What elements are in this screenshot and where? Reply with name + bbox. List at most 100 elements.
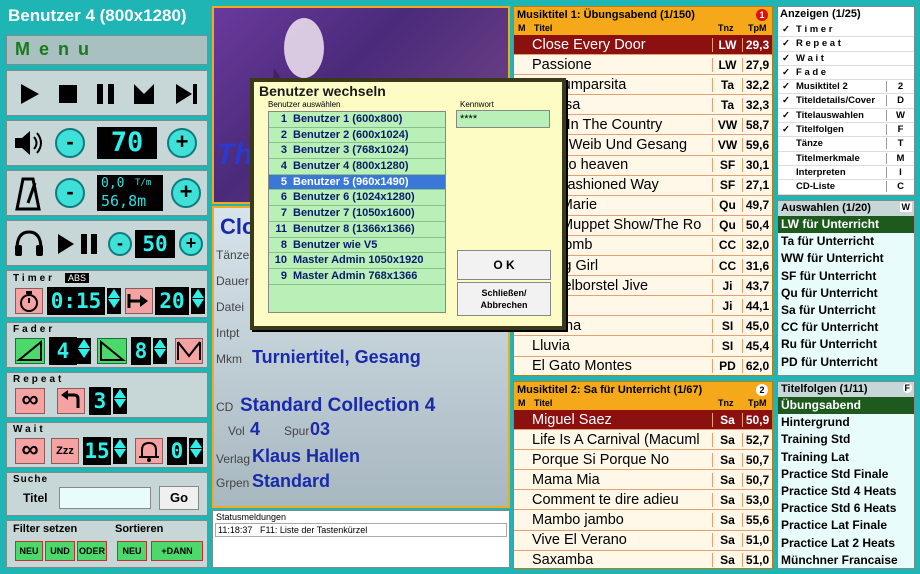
user-list-item[interactable]: 8 Benutzer wie V5 [269,238,445,254]
user-list-item[interactable]: 4 Benutzer 4 (800x1280) [269,159,445,175]
sequence-item[interactable]: Practice Std Finale [778,466,914,483]
table-row[interactable]: Lluvia SI 45,4 [514,336,772,357]
anzeigen-item[interactable]: ✓ Musiktitel 2 2 [778,80,914,95]
user-number: 10 [274,254,287,267]
anzeigen-item[interactable]: ✓ Titeldetails/Cover D [778,94,914,109]
tempo-minus-button[interactable]: - [55,178,85,208]
user-list-item[interactable]: 10 Master Admin 1050x1920 [269,253,445,269]
track-tempo: 27,1 [742,178,772,193]
table-row[interactable]: Close Every Door LW 29,3 [514,35,772,56]
wait-bell-stepper[interactable] [189,438,203,464]
list2-col-tnz: Tnz [718,398,734,408]
filter-or-button[interactable]: ODER [77,541,107,561]
dialog-password-field[interactable]: **** [456,110,550,128]
sequence-item[interactable]: Übungsabend [778,397,914,415]
anzeigen-item[interactable]: ✓ F a d e [778,66,914,81]
play-icon[interactable] [19,83,41,105]
anzeigen-item[interactable]: Interpreten I [778,166,914,181]
fade-out-button[interactable] [97,338,127,364]
anzeigen-item[interactable]: ✓ T i m e r [778,23,914,38]
headphone-plus-button[interactable]: + [179,232,203,256]
marker-icon[interactable] [133,83,155,105]
selection-item[interactable]: CC für Unterricht [778,319,914,336]
close-cancel-button[interactable]: Schließen/ Abbrechen [457,282,551,316]
user-list-item[interactable]: 7 Benutzer 7 (1050x1600) [269,206,445,222]
selection-item[interactable]: Ta für Unterricht [778,233,914,250]
stop-icon[interactable] [57,83,79,105]
repeat-once-button[interactable] [57,388,85,414]
sequence-item[interactable]: Hintergrund [778,414,914,431]
sort-new-button[interactable]: NEU [117,541,147,561]
table-row[interactable]: Vive El Verano Sa 51,0 [514,530,772,551]
fade-in-button[interactable] [15,338,45,364]
wait-sleep-button[interactable]: Zzz [51,438,79,464]
anzeigen-item[interactable]: ✓ Titelauswahlen W [778,109,914,124]
wait-bell-button[interactable] [135,438,163,464]
crossfade-button[interactable] [175,338,203,364]
table-row[interactable]: Comment te dire adieu Sa 53,0 [514,490,772,511]
sequence-item[interactable]: Practice Std 6 Heats [778,500,914,517]
user-list-item[interactable]: 2 Benutzer 2 (600x1024) [269,128,445,144]
tempo-plus-button[interactable]: + [171,178,201,208]
table-row[interactable]: Miguel Saez Sa 50,9 [514,410,772,431]
headphone-play-pause-icon[interactable] [57,233,101,255]
selection-item[interactable]: SF für Unterricht [778,268,914,285]
wait-stepper[interactable] [113,438,127,464]
bell-icon [139,441,159,462]
filter-new-button[interactable]: NEU [15,541,43,561]
table-row[interactable]: El Gato Montes PD 62,0 [514,356,772,375]
volume-minus-button[interactable]: - [55,128,85,158]
table-row[interactable]: Mama Mia Sa 50,7 [514,470,772,491]
selection-item[interactable]: Ru für Unterricht [778,336,914,353]
pause-icon[interactable] [95,83,117,105]
user-list-item[interactable]: 9 Master Admin 768x1366 [269,269,445,285]
stopwatch-button[interactable] [15,288,43,314]
selection-item[interactable]: LW für Unterricht [778,216,914,234]
timer-abs-badge[interactable]: ABS [65,273,90,283]
sequence-item[interactable]: Münchner Francaise [778,552,914,568]
anzeigen-item[interactable]: ✓ R e p e a t [778,37,914,52]
timer-stepper[interactable] [107,288,121,314]
sequence-item[interactable]: Training Lat [778,449,914,466]
sequence-item[interactable]: Training Std [778,431,914,448]
selection-item[interactable]: Qu für Unterricht [778,285,914,302]
menu-button[interactable]: M e n u [6,35,208,65]
sequence-item[interactable]: Practice Lat Finale [778,517,914,534]
sequence-item[interactable]: Practice Std 4 Heats [778,483,914,500]
volume-plus-button[interactable]: + [167,128,197,158]
repeat-stepper[interactable] [113,388,127,414]
repeat-infinite-button[interactable]: ∞ [15,388,45,414]
selection-item[interactable]: Sa für Unterricht [778,302,914,319]
table-row[interactable]: Mambo jambo Sa 55,6 [514,510,772,531]
sequence-item[interactable]: Practice Lat 2 Heats [778,535,914,552]
user-list-item[interactable]: 1 Benutzer 1 (600x800) [269,112,445,128]
anzeigen-item[interactable]: ✓ Titelfolgen F [778,123,914,138]
user-list-item[interactable]: 5 Benutzer 5 (960x1490) [269,174,445,191]
cd-value: Standard Collection 4 [240,395,436,416]
timer-end-button[interactable] [125,288,153,314]
anzeigen-item[interactable]: Titelmerkmale M [778,152,914,166]
table-row[interactable]: Porque Si Porque No Sa 50,7 [514,450,772,471]
user-list-item[interactable]: 11 Benutzer 8 (1366x1366) [269,222,445,238]
anzeigen-item[interactable]: CD-Liste C [778,180,914,195]
filter-and-button[interactable]: UND [45,541,75,561]
table-row[interactable]: Life Is A Carnival (Macuml Sa 52,7 [514,430,772,451]
user-list-item[interactable]: 6 Benutzer 6 (1024x1280) [269,190,445,207]
ok-button[interactable]: O K [457,250,551,280]
user-list-item[interactable]: 3 Benutzer 3 (768x1024) [269,143,445,160]
sort-add-button[interactable]: +DANN [151,541,203,561]
fade-out-stepper[interactable] [153,338,167,364]
table-row[interactable]: Saxamba Sa 51,0 [514,550,772,568]
fade-in-stepper[interactable] [77,338,91,364]
search-input[interactable] [59,487,151,509]
go-button[interactable]: Go [159,486,199,510]
next-track-icon[interactable] [175,83,199,105]
timer-stepper-2[interactable] [191,288,205,314]
anzeigen-item[interactable]: ✓ W a i t [778,52,914,66]
headphone-minus-button[interactable]: - [108,232,132,256]
wait-infinite-button[interactable]: ∞ [15,438,45,464]
selection-item[interactable]: PD für Unterricht [778,354,914,371]
anzeigen-item[interactable]: Tänze T [778,137,914,152]
selection-item[interactable]: WW für Unterricht [778,250,914,267]
table-row[interactable]: Passione LW 27,9 [514,55,772,76]
